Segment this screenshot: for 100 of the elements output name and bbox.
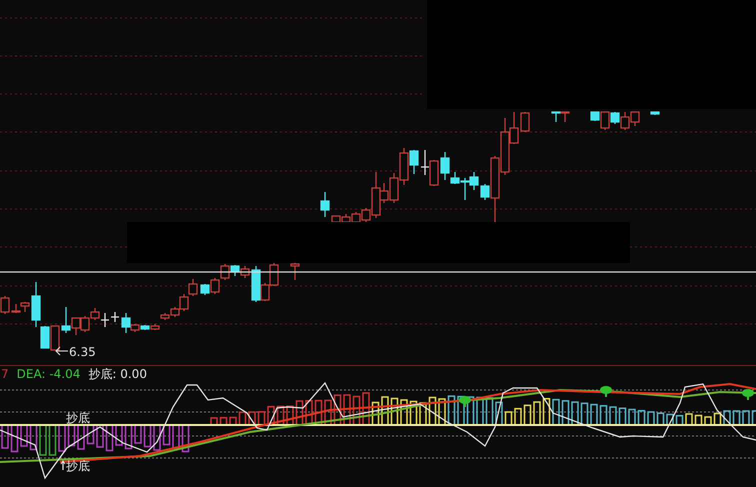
histogram-bar [77,424,85,450]
histogram-bar [1,424,9,449]
histogram-bar [448,395,456,426]
histogram-bar [314,400,322,426]
histogram-bar [571,401,579,426]
histogram-bar [106,424,114,452]
histogram-bar [466,396,474,426]
histogram-bar [486,397,494,426]
histogram-bar [229,416,237,426]
candlestick [469,172,479,190]
histogram-bar [20,424,28,447]
histogram-bar [210,417,218,426]
candlestick [630,111,640,126]
histogram-bar [609,406,617,426]
candlestick [429,160,439,186]
histogram-bar [514,408,522,426]
histogram-bar [296,400,304,426]
up-arrow-icon [60,460,66,470]
histogram-bar [48,424,56,456]
candlestick [111,312,119,322]
histogram-bar [58,424,66,452]
histogram-bar [324,400,332,426]
histogram-bar [666,414,674,426]
indicator-value: DEA: -4.04 [16,367,80,381]
histogram-bar [742,410,750,426]
histogram-bar [600,405,608,426]
histogram-bar [381,396,389,426]
histogram-bar [704,416,712,426]
histogram-bar [305,400,313,426]
histogram-bar [153,424,161,451]
histogram-bar [552,398,560,426]
histogram-bar [372,402,380,426]
histogram-bar [732,410,740,426]
candlestick [351,212,361,223]
histogram-bar [86,424,94,444]
tree-icon [600,386,612,397]
histogram-bar [647,411,655,426]
histogram-bar [723,410,731,426]
histogram-bar [476,396,484,426]
signal-label: 抄底 [66,411,90,425]
histogram-bar [162,424,170,446]
histogram-bar [580,402,588,426]
histogram-bar [343,394,351,426]
histogram-bar [590,404,598,426]
candlestick [650,111,660,115]
histogram-bar [495,402,503,426]
histogram-bar [30,424,38,450]
histogram-bar [220,416,228,426]
histogram-bar [438,398,446,426]
histogram-bar [10,424,18,452]
histogram-bar [685,413,693,426]
histogram-bar [124,424,132,450]
candlestick [560,111,570,122]
histogram-bar [524,404,532,426]
histogram-bar [694,414,702,426]
tree-icon [459,396,471,407]
candlestick [50,325,60,351]
histogram-bar [276,406,284,426]
histogram-bar [752,410,756,426]
histogram-bar [68,424,76,446]
histogram-bar [714,412,722,426]
histogram-bar [362,392,370,426]
candlestick [551,111,561,122]
histogram-bar [172,424,180,449]
histogram-bar [258,411,266,426]
signal-label: 抄底 [66,459,90,473]
candlestick [290,263,300,280]
histogram-bar [144,424,152,448]
histogram-bar [334,394,342,426]
histogram-bar [618,408,626,426]
indicator-value: 7 [1,367,9,381]
histogram-bar [410,400,418,426]
histogram-bar [656,412,664,426]
tree-icon [742,389,754,400]
low-price-label: 6.35 [69,345,96,359]
histogram-bar [542,398,550,426]
histogram-bar [533,401,541,426]
histogram-bar [182,424,190,452]
histogram-bar [96,424,104,448]
histogram-bar [628,408,636,426]
histogram-bar [504,411,512,426]
histogram-bar [419,402,427,426]
histogram-bar [457,396,465,426]
histogram-bar [562,400,570,426]
histogram-bar [428,396,436,426]
histogram-bar [115,424,123,446]
arrow-icon [55,346,68,356]
histogram-bar [134,424,142,444]
histogram-bar [267,406,275,426]
histogram-bar [352,396,360,426]
histogram-bar [248,411,256,426]
candlestick [80,316,90,332]
histogram-bar [676,414,684,426]
candlestick [269,263,279,286]
histogram-bar [638,410,646,426]
candlestick [90,308,100,320]
histogram-bar [39,424,47,456]
candlestick [188,279,198,296]
histogram-bar [286,406,294,426]
histogram-bar [390,398,398,426]
